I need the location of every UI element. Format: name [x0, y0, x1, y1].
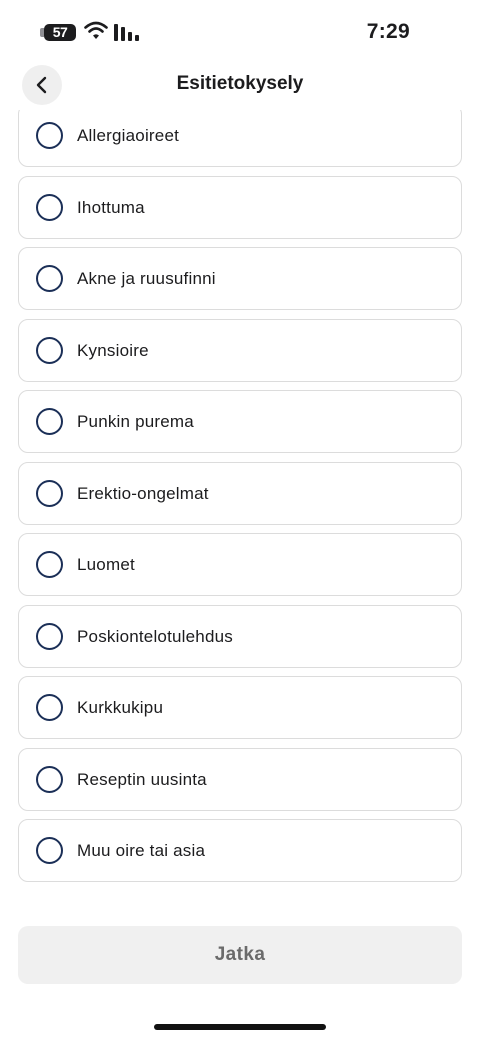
option-label: Kynsioire — [77, 340, 149, 360]
page-title: Esitietokysely — [176, 73, 304, 94]
option-label: Allergiaoireet — [77, 125, 180, 145]
option-label: Luomet — [77, 554, 135, 574]
header: Esitietokysely — [0, 60, 480, 110]
radio-button[interactable] — [36, 480, 63, 507]
option-punkin-purema[interactable]: Punkin purema — [18, 390, 462, 453]
continue-button[interactable]: Jatka — [18, 926, 462, 984]
option-reseptin-uusinta[interactable]: Reseptin uusinta — [18, 748, 462, 811]
option-allergiaoireet[interactable]: Allergiaoireet — [18, 110, 462, 167]
battery-icon: 57 — [44, 24, 76, 41]
radio-button[interactable] — [36, 265, 63, 292]
radio-button[interactable] — [36, 837, 63, 864]
option-label: Erektio-ongelmat — [77, 483, 209, 503]
options-list[interactable]: Allergiaoireet Ihottuma Akne ja ruusufin… — [0, 110, 480, 900]
option-label: Muu oire tai asia — [77, 840, 206, 860]
radio-button[interactable] — [36, 623, 63, 650]
option-label: Poskiontelotulehdus — [77, 626, 233, 646]
radio-button[interactable] — [36, 408, 63, 435]
signal-icon — [114, 24, 139, 41]
option-label: Akne ja ruusufinni — [77, 268, 216, 288]
radio-button[interactable] — [36, 337, 63, 364]
option-poskiontelotulehdus[interactable]: Poskiontelotulehdus — [18, 605, 462, 668]
option-kynsioire[interactable]: Kynsioire — [18, 319, 462, 382]
wifi-icon — [84, 21, 108, 39]
option-muu-oire-tai-asia[interactable]: Muu oire tai asia — [18, 819, 462, 882]
option-luomet[interactable]: Luomet — [18, 533, 462, 596]
radio-button[interactable] — [36, 766, 63, 793]
status-time: 7:29 — [366, 20, 410, 43]
option-label: Ihottuma — [77, 197, 145, 217]
option-label: Reseptin uusinta — [77, 769, 207, 789]
option-akne-ja-ruusufinni[interactable]: Akne ja ruusufinni — [18, 247, 462, 310]
option-label: Punkin purema — [77, 411, 194, 431]
home-indicator[interactable] — [154, 1024, 326, 1030]
option-kurkkukipu[interactable]: Kurkkukipu — [18, 676, 462, 739]
option-ihottuma[interactable]: Ihottuma — [18, 176, 462, 239]
radio-button[interactable] — [36, 694, 63, 721]
status-bar: 57 7:29 — [0, 0, 480, 60]
radio-button[interactable] — [36, 194, 63, 221]
option-label: Kurkkukipu — [77, 697, 164, 717]
radio-button[interactable] — [36, 551, 63, 578]
option-erektio-ongelmat[interactable]: Erektio-ongelmat — [18, 462, 462, 525]
radio-button[interactable] — [36, 122, 63, 149]
battery-level: 57 — [52, 24, 68, 40]
